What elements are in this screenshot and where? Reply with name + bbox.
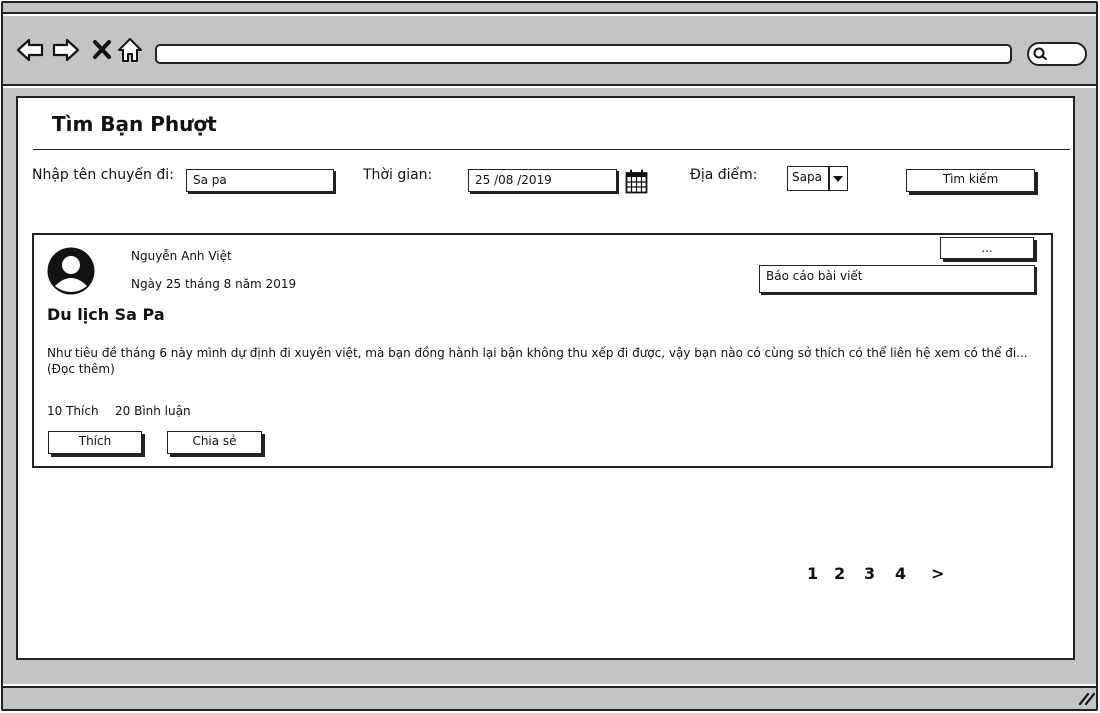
page-title: Tìm Bạn Phượt xyxy=(52,112,217,136)
comment-count[interactable]: 20 Bình luận xyxy=(115,404,191,418)
calendar-icon[interactable] xyxy=(625,169,648,194)
next-page-link[interactable]: > xyxy=(931,564,944,583)
window-title-bar xyxy=(3,3,1096,14)
post-title[interactable]: Du lịch Sa Pa xyxy=(47,305,165,324)
title-divider xyxy=(33,149,1070,150)
page-link-1[interactable]: 1 xyxy=(807,564,818,583)
like-button[interactable]: Thích xyxy=(48,431,142,454)
forward-arrow-icon[interactable] xyxy=(52,36,80,64)
page-link-3[interactable]: 3 xyxy=(864,564,875,583)
page-link-4[interactable]: 4 xyxy=(895,564,906,583)
select-divider xyxy=(828,166,830,191)
home-icon[interactable] xyxy=(116,36,144,64)
page-link-2[interactable]: 2 xyxy=(834,564,845,583)
user-avatar-icon[interactable] xyxy=(46,246,96,296)
date-input[interactable]: 25 /08 /2019 xyxy=(468,169,617,192)
location-label: Địa điểm: xyxy=(690,167,758,183)
chevron-down-icon[interactable] xyxy=(832,174,844,184)
post-date: Ngày 25 tháng 8 năm 2019 xyxy=(131,277,297,291)
trip-name-input[interactable]: Sa pa xyxy=(186,169,334,192)
like-count: 10 Thích xyxy=(47,404,99,418)
close-icon[interactable] xyxy=(88,36,116,64)
location-select-value: Sapa xyxy=(792,170,822,184)
post-author[interactable]: Nguyễn Anh Việt xyxy=(131,249,232,263)
status-bar xyxy=(3,686,1096,709)
address-bar[interactable] xyxy=(155,44,1012,64)
trip-name-label: Nhập tên chuyến đi: xyxy=(32,167,174,183)
search-button[interactable]: Tìm kiếm xyxy=(906,169,1035,192)
resize-grip-icon[interactable] xyxy=(1076,690,1096,706)
back-arrow-icon[interactable] xyxy=(16,36,44,64)
report-post-menu-item[interactable]: Báo cáo bài viết xyxy=(759,265,1035,293)
share-button[interactable]: Chia sẻ xyxy=(167,431,262,454)
time-label: Thời gian: xyxy=(363,167,433,183)
post-more-button[interactable]: ... xyxy=(940,237,1034,259)
search-icon xyxy=(1033,47,1047,60)
post-body: Như tiêu đề tháng 6 này mình dự định đi … xyxy=(47,346,1028,376)
